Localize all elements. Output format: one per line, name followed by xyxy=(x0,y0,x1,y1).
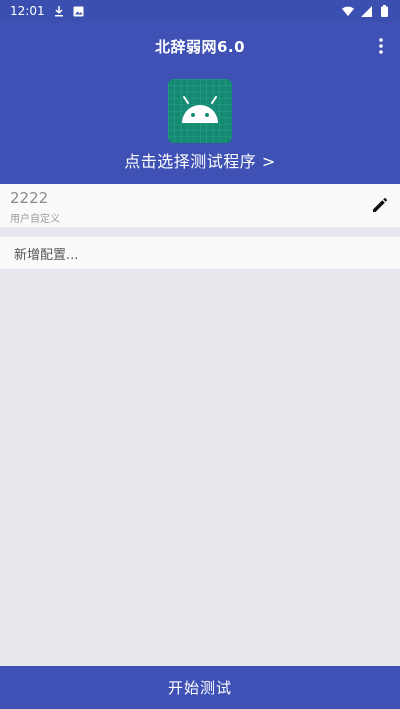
wifi-icon xyxy=(342,5,354,17)
more-options-button[interactable] xyxy=(372,36,390,56)
download-icon xyxy=(53,5,65,17)
android-icon xyxy=(168,79,232,143)
status-time: 12:01 xyxy=(10,4,45,18)
add-config-button[interactable]: 新增配置... xyxy=(0,237,400,269)
more-vert-icon xyxy=(379,38,383,54)
pencil-icon xyxy=(373,198,387,212)
app-header: 北辞弱网6.0 点击选择测试程序 > xyxy=(0,22,400,184)
select-program-link[interactable]: 点击选择测试程序 > xyxy=(0,148,400,172)
photo-icon xyxy=(73,5,85,17)
test-program-icon[interactable] xyxy=(168,79,232,143)
status-right xyxy=(342,5,390,17)
start-test-button[interactable]: 开始测试 xyxy=(0,666,400,709)
battery-icon xyxy=(378,5,390,17)
status-left: 12:01 xyxy=(10,4,85,18)
config-subtitle: 用户自定义 xyxy=(10,214,60,225)
status-bar: 12:01 xyxy=(0,0,400,22)
config-name: 2222 xyxy=(10,189,49,207)
start-test-label: 开始测试 xyxy=(167,679,232,697)
edit-config-button[interactable] xyxy=(370,195,390,215)
app-title: 北辞弱网6.0 xyxy=(154,38,246,56)
add-config-label: 新增配置... xyxy=(14,247,79,263)
signal-icon xyxy=(360,5,372,17)
config-item[interactable]: 2222 用户自定义 xyxy=(0,184,400,227)
screen: 12:01 北辞弱网6.0 点击选择测试程序 > 2222 用户自定义 新增配置… xyxy=(0,0,400,709)
